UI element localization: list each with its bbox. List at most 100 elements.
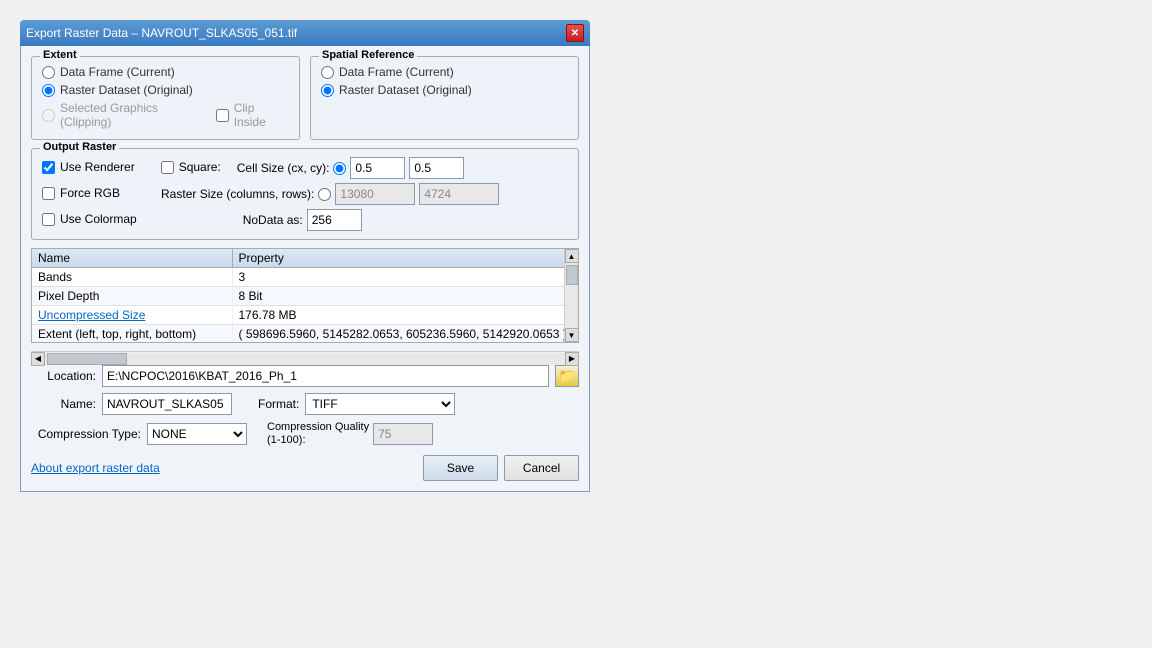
vertical-scrollbar[interactable]: ▲ ▼ <box>564 249 578 342</box>
col-property-header: Property <box>232 249 578 268</box>
name-format-row: Name: Format: TIFF BIL BIP BSQ ENVI ESRI… <box>31 393 579 415</box>
nodata-input[interactable] <box>307 209 362 231</box>
title-bar: Export Raster Data – NAVROUT_SLKAS05_051… <box>20 20 590 46</box>
force-rgb-row: Force RGB <box>42 186 120 200</box>
force-rgb-label[interactable]: Force RGB <box>60 186 120 200</box>
browse-folder-button[interactable]: 📁 <box>555 365 579 387</box>
use-renderer-label[interactable]: Use Renderer <box>60 160 135 174</box>
spatial-rasterdataset-radio[interactable] <box>321 84 334 97</box>
action-buttons: Save Cancel <box>423 455 579 481</box>
extent-selectedgraphics-radio[interactable] <box>42 109 55 122</box>
scroll-track[interactable] <box>565 263 578 328</box>
hscroll-thumb[interactable] <box>47 353 127 365</box>
extent-dataframe-label[interactable]: Data Frame (Current) <box>60 65 175 79</box>
spatial-radio1-row: Data Frame (Current) <box>321 65 568 79</box>
close-button[interactable]: ✕ <box>566 24 584 42</box>
location-input[interactable] <box>102 365 549 387</box>
compression-quality-group: Compression Quality(1-100): <box>267 421 433 447</box>
cancel-button[interactable]: Cancel <box>504 455 579 481</box>
prop-name-extent: Extent (left, top, right, bottom) <box>32 325 232 344</box>
extent-selectedgraphics-label: Selected Graphics (Clipping) <box>60 101 211 129</box>
force-rgb-checkbox[interactable] <box>42 187 55 200</box>
extent-rasterdataset-radio[interactable] <box>42 84 55 97</box>
hscroll-track[interactable] <box>45 353 565 365</box>
cell-size-group: Cell Size (cx, cy): <box>237 157 465 179</box>
table-row: Extent (left, top, right, bottom) ( 5986… <box>32 325 578 344</box>
output-raster-section: Output Raster Use Renderer Square: Cell … <box>31 148 579 240</box>
raster-size-label: Raster Size (columns, rows): <box>161 187 314 201</box>
horizontal-scrollbar[interactable]: ◀ ▶ <box>31 351 579 365</box>
dialog-title: Export Raster Data – NAVROUT_SLKAS05_051… <box>26 26 297 40</box>
about-link[interactable]: About export raster data <box>31 461 160 475</box>
spatial-radio2-row: Raster Dataset (Original) <box>321 83 568 97</box>
nodata-group: NoData as: <box>243 209 362 231</box>
folder-icon: 📁 <box>559 368 575 384</box>
prop-value-pixeldepth: 8 Bit <box>232 287 578 306</box>
spatial-dataframe-label[interactable]: Data Frame (Current) <box>339 65 454 79</box>
use-colormap-row: Use Colormap <box>42 212 137 226</box>
output-raster-label: Output Raster <box>40 141 119 153</box>
square-label[interactable]: Square: <box>179 160 221 174</box>
cell-size-radio[interactable] <box>333 162 346 175</box>
properties-table: Name Property Bands 3 Pixel Depth 8 Bit <box>32 249 578 343</box>
clip-inside-checkbox[interactable] <box>216 109 229 122</box>
table-row: Bands 3 <box>32 268 578 287</box>
nodata-label: NoData as: <box>243 213 303 227</box>
extent-rasterdataset-label[interactable]: Raster Dataset (Original) <box>60 83 193 97</box>
cell-size-label: Cell Size (cx, cy): <box>237 161 330 175</box>
export-raster-dialog: Export Raster Data – NAVROUT_SLKAS05_051… <box>20 20 590 492</box>
bottom-bar: About export raster data Save Cancel <box>31 455 579 481</box>
raster-size-group: Raster Size (columns, rows): <box>161 183 499 205</box>
raster-size-radio[interactable] <box>318 188 331 201</box>
scroll-up-arrow[interactable]: ▲ <box>565 249 579 263</box>
raster-size-rows-input[interactable] <box>419 183 499 205</box>
save-button[interactable]: Save <box>423 455 498 481</box>
extent-radio3-row: Selected Graphics (Clipping) Clip Inside <box>42 101 289 129</box>
extent-label: Extent <box>40 49 80 61</box>
col-name-header: Name <box>32 249 232 268</box>
square-row: Square: <box>161 160 221 174</box>
use-colormap-checkbox[interactable] <box>42 213 55 226</box>
extent-section: Extent Data Frame (Current) Raster Datas… <box>31 56 300 140</box>
location-row: Location: 📁 <box>31 365 579 387</box>
properties-table-container: Name Property Bands 3 Pixel Depth 8 Bit <box>31 248 579 343</box>
prop-name-uncompressed[interactable]: Uncompressed Size <box>32 306 232 325</box>
cell-size-x-input[interactable] <box>350 157 405 179</box>
extent-radio2-row: Raster Dataset (Original) <box>42 83 289 97</box>
use-renderer-row: Use Renderer <box>42 160 135 174</box>
raster-size-cols-input[interactable] <box>335 183 415 205</box>
prop-value-uncompressed: 176.78 MB <box>232 306 578 325</box>
dialog-body: Extent Data Frame (Current) Raster Datas… <box>20 46 590 492</box>
prop-name-pixeldepth: Pixel Depth <box>32 287 232 306</box>
clip-inside-label[interactable]: Clip Inside <box>234 101 289 129</box>
location-label: Location: <box>31 369 96 383</box>
top-sections: Extent Data Frame (Current) Raster Datas… <box>31 56 579 140</box>
properties-table-wrap: Name Property Bands 3 Pixel Depth 8 Bit <box>31 248 579 365</box>
square-checkbox[interactable] <box>161 161 174 174</box>
format-select[interactable]: TIFF BIL BIP BSQ ENVI ESRI Grid GIF GRID… <box>305 393 455 415</box>
spatial-dataframe-radio[interactable] <box>321 66 334 79</box>
title-controls: ✕ <box>566 24 584 42</box>
scroll-down-arrow[interactable]: ▼ <box>565 328 579 342</box>
prop-value-extent: ( 598696.5960, 5145282.0653, 605236.5960… <box>232 325 578 344</box>
format-label: Format: <box>258 397 299 411</box>
use-colormap-label[interactable]: Use Colormap <box>60 212 137 226</box>
compression-row: Compression Type: NONE LZW DEFLATE JPEG … <box>31 421 579 447</box>
compression-label: Compression Type: <box>31 427 141 441</box>
compression-quality-label: Compression Quality(1-100): <box>267 421 369 447</box>
hscroll-right-arrow[interactable]: ▶ <box>565 352 579 366</box>
spatial-rasterdataset-label[interactable]: Raster Dataset (Original) <box>339 83 472 97</box>
spatial-reference-section: Spatial Reference Data Frame (Current) R… <box>310 56 579 140</box>
scroll-thumb[interactable] <box>566 265 578 285</box>
table-row: Pixel Depth 8 Bit <box>32 287 578 306</box>
use-renderer-checkbox[interactable] <box>42 161 55 174</box>
name-label: Name: <box>31 397 96 411</box>
compression-quality-input[interactable] <box>373 423 433 445</box>
compression-select[interactable]: NONE LZW DEFLATE JPEG JPEG2000 PACKBITS … <box>147 423 247 445</box>
cell-size-y-input[interactable] <box>409 157 464 179</box>
name-input[interactable] <box>102 393 232 415</box>
hscroll-left-arrow[interactable]: ◀ <box>31 352 45 366</box>
table-row: Uncompressed Size 176.78 MB <box>32 306 578 325</box>
spatial-reference-label: Spatial Reference <box>319 49 417 61</box>
extent-dataframe-radio[interactable] <box>42 66 55 79</box>
